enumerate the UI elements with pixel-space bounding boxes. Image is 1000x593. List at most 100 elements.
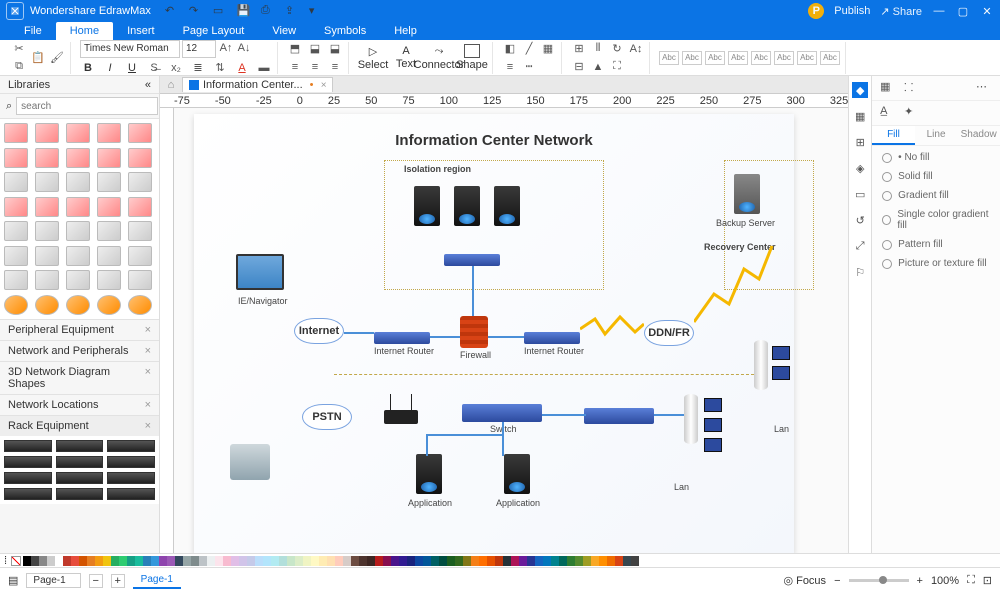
- color-swatch[interactable]: [223, 556, 231, 566]
- color-swatch[interactable]: [167, 556, 175, 566]
- style-preset[interactable]: Abc: [774, 51, 794, 65]
- color-swatch[interactable]: [31, 556, 39, 566]
- menu-symbols[interactable]: Symbols: [310, 22, 380, 40]
- share-button[interactable]: ↗ Share: [880, 5, 922, 18]
- color-swatch[interactable]: [279, 556, 287, 566]
- color-swatch[interactable]: [199, 556, 207, 566]
- shape-style-icon[interactable]: ✦: [904, 105, 920, 121]
- library-shape[interactable]: [66, 172, 90, 192]
- rack-shape[interactable]: [56, 456, 104, 468]
- subscript-icon[interactable]: x₂: [168, 60, 184, 76]
- minimize-button[interactable]: —: [932, 5, 946, 17]
- color-swatch[interactable]: [631, 556, 639, 566]
- fill-option[interactable]: Picture or texture fill: [882, 258, 990, 269]
- library-shape[interactable]: [128, 221, 152, 241]
- app-server-icon[interactable]: [416, 454, 442, 494]
- layers-tool-icon[interactable]: ◈: [852, 160, 868, 176]
- font-size-select[interactable]: [182, 40, 216, 58]
- align-top-icon[interactable]: ⬒: [287, 41, 303, 57]
- color-swatch[interactable]: [351, 556, 359, 566]
- close-button[interactable]: ✕: [980, 5, 994, 18]
- highlight-icon[interactable]: ▬: [256, 60, 272, 76]
- user-avatar[interactable]: P: [808, 3, 824, 19]
- color-swatch[interactable]: [143, 556, 151, 566]
- rack-shape[interactable]: [107, 488, 155, 500]
- style-preset[interactable]: Abc: [728, 51, 748, 65]
- style-preset[interactable]: Abc: [659, 51, 679, 65]
- menu-home[interactable]: Home: [56, 22, 113, 40]
- color-swatch[interactable]: [79, 556, 87, 566]
- internet-router-icon[interactable]: [374, 332, 430, 344]
- ungroup-icon[interactable]: ⊟: [571, 59, 587, 75]
- color-swatch[interactable]: [391, 556, 399, 566]
- save-icon[interactable]: 💾: [237, 4, 251, 18]
- color-swatch[interactable]: [239, 556, 247, 566]
- color-swatch[interactable]: [447, 556, 455, 566]
- page-select[interactable]: Page-1: [26, 573, 80, 588]
- bullets-icon[interactable]: ≣: [190, 60, 206, 76]
- color-swatch[interactable]: [287, 556, 295, 566]
- print-icon[interactable]: ⎙: [261, 4, 275, 18]
- rack-shape[interactable]: [107, 456, 155, 468]
- color-swatch[interactable]: [127, 556, 135, 566]
- server-icon[interactable]: [494, 186, 520, 226]
- server-icon[interactable]: [414, 186, 440, 226]
- library-shape[interactable]: [35, 295, 59, 315]
- server-icon[interactable]: [454, 186, 480, 226]
- library-shape[interactable]: [4, 172, 28, 192]
- font-name-select[interactable]: [80, 40, 180, 58]
- menu-view[interactable]: View: [258, 22, 310, 40]
- color-swatch[interactable]: [415, 556, 423, 566]
- switch-icon[interactable]: [462, 404, 542, 422]
- library-category[interactable]: Network Locations×: [0, 394, 159, 415]
- library-shape[interactable]: [128, 270, 152, 290]
- library-shape[interactable]: [97, 148, 121, 168]
- pc-icon[interactable]: [704, 438, 722, 452]
- pstn-cloud-icon[interactable]: PSTN: [302, 404, 352, 430]
- color-swatch[interactable]: [423, 556, 431, 566]
- select-tool-button[interactable]: ▷Select: [358, 42, 388, 74]
- bring-front-icon[interactable]: ▲: [590, 59, 606, 75]
- font-color-icon[interactable]: A: [234, 60, 250, 76]
- library-category[interactable]: Peripheral Equipment×: [0, 319, 159, 340]
- dropper-icon[interactable]: ⁞: [4, 555, 7, 567]
- router-icon[interactable]: [444, 254, 500, 266]
- rack-shape[interactable]: [56, 472, 104, 484]
- monitor-icon[interactable]: [236, 254, 284, 290]
- rotate-icon[interactable]: ↻: [609, 41, 625, 57]
- menu-file[interactable]: File: [10, 22, 56, 40]
- library-shape[interactable]: [66, 246, 90, 266]
- library-shape[interactable]: [128, 197, 152, 217]
- color-swatch[interactable]: [263, 556, 271, 566]
- canvas-area[interactable]: Information Center Network Isolation reg…: [174, 108, 848, 553]
- library-shape[interactable]: [4, 246, 28, 266]
- library-shape[interactable]: [97, 295, 121, 315]
- more-qat-icon[interactable]: ▾: [309, 4, 323, 18]
- rack-equipment-category[interactable]: Rack Equipment: [8, 420, 89, 432]
- library-shape[interactable]: [35, 197, 59, 217]
- color-swatch[interactable]: [567, 556, 575, 566]
- page-setup-icon[interactable]: ▦: [880, 80, 896, 96]
- color-swatch[interactable]: [71, 556, 79, 566]
- library-shape[interactable]: [35, 270, 59, 290]
- fill-option[interactable]: Solid fill: [882, 171, 990, 182]
- no-color-icon[interactable]: [11, 556, 21, 566]
- router-icon[interactable]: [584, 408, 654, 424]
- color-swatch[interactable]: [455, 556, 463, 566]
- paste-icon[interactable]: 📋: [30, 50, 46, 66]
- color-swatch[interactable]: [511, 556, 519, 566]
- color-swatch[interactable]: [431, 556, 439, 566]
- color-swatch[interactable]: [479, 556, 487, 566]
- library-shape[interactable]: [4, 221, 28, 241]
- color-swatch[interactable]: [495, 556, 503, 566]
- color-swatch[interactable]: [527, 556, 535, 566]
- color-swatch[interactable]: [503, 556, 511, 566]
- theme-tool-icon[interactable]: ◆: [852, 82, 868, 98]
- backup-server-icon[interactable]: [734, 174, 760, 214]
- color-swatch[interactable]: [383, 556, 391, 566]
- library-shape[interactable]: [128, 295, 152, 315]
- color-swatch[interactable]: [623, 556, 631, 566]
- fill-option[interactable]: • No fill: [882, 152, 990, 163]
- app-server-icon[interactable]: [504, 454, 530, 494]
- color-swatch[interactable]: [271, 556, 279, 566]
